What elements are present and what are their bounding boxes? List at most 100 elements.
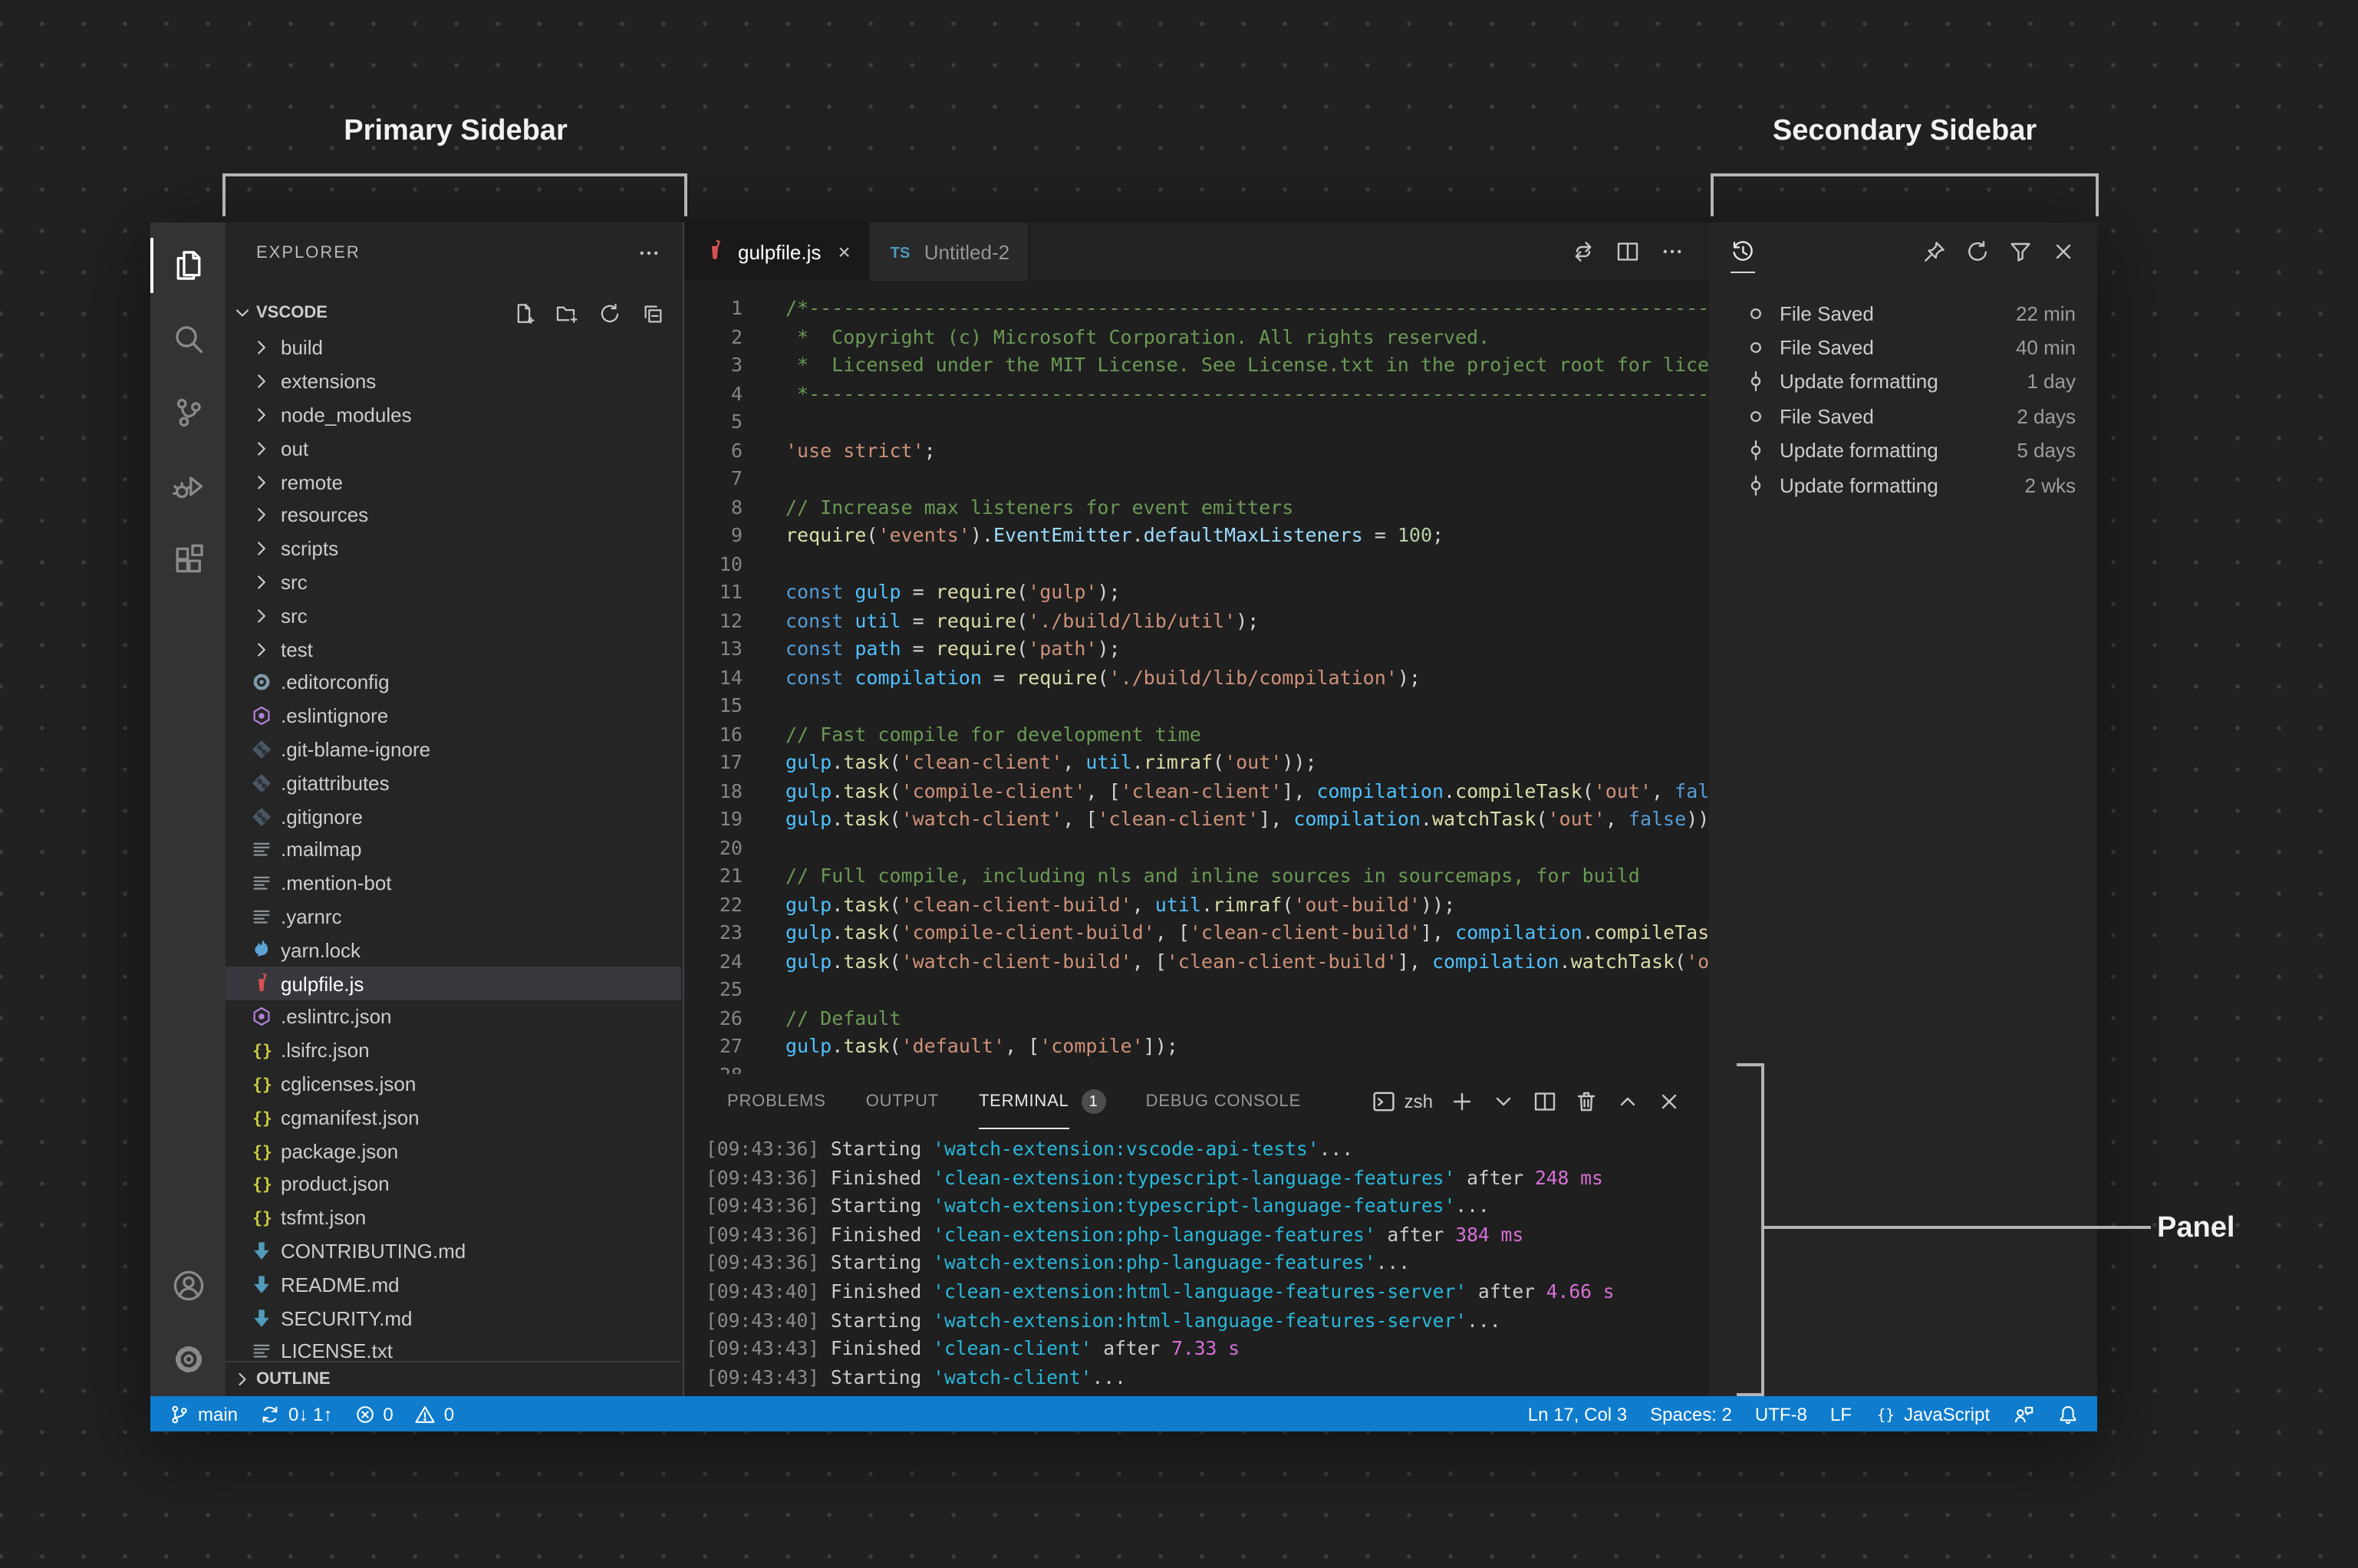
activity-bar-item-files[interactable]	[150, 229, 226, 302]
tree-file-tsfmt.json[interactable]: {}tsfmt.json	[226, 1201, 681, 1234]
timeline-item[interactable]: Update formatting1 day	[1709, 365, 2097, 400]
terminal-output[interactable]: [09:43:36] Starting 'watch-extension:vsc…	[706, 1129, 1706, 1396]
timeline-item[interactable]: File Saved2 days	[1709, 399, 2097, 433]
shell-selector[interactable]: zsh	[1372, 1089, 1433, 1114]
status-item-cursor-position[interactable]: Ln 17, Col 3	[1528, 1403, 1627, 1425]
split-editor-icon[interactable]	[1533, 1089, 1557, 1114]
tree-file-.yarnrc[interactable]: .yarnrc	[226, 900, 681, 934]
panel-tab-debug-console[interactable]: DEBUG CONSOLE	[1146, 1074, 1301, 1129]
tree-file-.mention-bot[interactable]: .mention-bot	[226, 867, 681, 901]
timeline-item[interactable]: Update formatting5 days	[1709, 433, 2097, 468]
activity-bar-item-run-debug[interactable]	[150, 450, 226, 523]
tree-file-gulpfile.js[interactable]: gulpfile.js	[226, 967, 681, 1000]
panel-tab-problems[interactable]: PROBLEMS	[727, 1074, 826, 1129]
close-tab-icon[interactable]: ×	[838, 239, 850, 264]
code-line: gulp.task('compile-client', ['clean-clie…	[785, 777, 1709, 805]
tree-folder-extensions[interactable]: extensions	[226, 365, 681, 399]
tree-file-CONTRIBUTING.md[interactable]: CONTRIBUTING.md	[226, 1234, 681, 1268]
tree-folder-remote[interactable]: remote	[226, 465, 681, 499]
filter-icon[interactable]	[2008, 239, 2033, 264]
tree-file-package.json[interactable]: {}package.json	[226, 1134, 681, 1168]
timeline-item[interactable]: File Saved40 min	[1709, 331, 2097, 365]
tree-item-label: tsfmt.json	[281, 1206, 366, 1229]
split-editor-icon[interactable]	[1615, 239, 1640, 264]
pin-icon[interactable]	[1922, 239, 1947, 264]
editor-tab-Untitled-2[interactable]: TSUntitled-2	[871, 222, 1029, 281]
tree-folder-node_modules[interactable]: node_modules	[226, 398, 681, 432]
bell-icon	[2057, 1403, 2079, 1425]
tree-folder-resources[interactable]: resources	[226, 499, 681, 532]
refresh-icon[interactable]	[598, 301, 621, 324]
tree-folder-out[interactable]: out	[226, 432, 681, 466]
panel-tab-output[interactable]: OUTPUT	[866, 1074, 939, 1129]
status-item-language-mode[interactable]: {}JavaScript	[1875, 1403, 1990, 1425]
status-item-branch-indicator[interactable]: main	[169, 1403, 238, 1425]
panel-tab-terminal[interactable]: TERMINAL1	[979, 1074, 1106, 1129]
workspace-section-header[interactable]: VSCODE	[226, 296, 683, 330]
activity-bar-item-account[interactable]	[150, 1249, 226, 1323]
terminal-line: [09:43:36] Finished 'clean-extension:php…	[706, 1221, 1706, 1250]
tree-folder-src[interactable]: src	[226, 599, 681, 633]
status-item-sync-indicator[interactable]: 0↓ 1↑	[259, 1403, 332, 1425]
more-actions-icon[interactable]	[637, 241, 661, 265]
ts-icon: TS	[889, 239, 914, 264]
status-item-warnings-indicator[interactable]: 0	[415, 1403, 454, 1425]
tree-folder-src[interactable]: src	[226, 565, 681, 599]
tree-file-.lsifrc.json[interactable]: {}.lsifrc.json	[226, 1033, 681, 1067]
activity-bar-item-search[interactable]	[150, 302, 226, 376]
md-icon	[249, 1240, 273, 1263]
yarn-icon	[249, 938, 273, 961]
tree-file-cgmanifest.json[interactable]: {}cgmanifest.json	[226, 1101, 681, 1135]
timeline-item-label: File Saved	[1780, 405, 1874, 428]
editor-tab-gulpfile.js[interactable]: gulpfile.js×	[684, 222, 871, 281]
tree-folder-scripts[interactable]: scripts	[226, 532, 681, 566]
line-number: 27	[684, 1033, 743, 1061]
tree-file-yarn.lock[interactable]: yarn.lock	[226, 934, 681, 967]
timeline-item[interactable]: File Saved22 min	[1709, 296, 2097, 331]
activity-bar-item-source-control[interactable]	[150, 376, 226, 450]
chevron-down-icon[interactable]	[1491, 1089, 1516, 1114]
tree-file-.eslintignore[interactable]: .eslintignore	[226, 700, 681, 733]
close-icon[interactable]	[1657, 1089, 1681, 1114]
tree-file-.gitattributes[interactable]: .gitattributes	[226, 766, 681, 800]
status-item-feedback[interactable]	[2013, 1403, 2034, 1425]
history-icon[interactable]	[1731, 231, 1755, 272]
plus-icon[interactable]	[1450, 1089, 1474, 1114]
tree-file-LICENSE.txt[interactable]: LICENSE.txt	[226, 1335, 681, 1362]
tree-file-.gitignore[interactable]: .gitignore	[226, 799, 681, 833]
tree-folder-build[interactable]: build	[226, 331, 681, 365]
tree-file-product.json[interactable]: {}product.json	[226, 1168, 681, 1201]
tree-folder-test[interactable]: test	[226, 632, 681, 666]
tree-file-.editorconfig[interactable]: .editorconfig	[226, 666, 681, 700]
code-line: // Fast compile for development time	[785, 720, 1709, 749]
tree-file-.eslintrc.json[interactable]: .eslintrc.json	[226, 1000, 681, 1034]
timeline-item[interactable]: Update formatting2 wks	[1709, 468, 2097, 502]
chevron-up-icon[interactable]	[1615, 1089, 1640, 1114]
tree-file-.mailmap[interactable]: .mailmap	[226, 833, 681, 867]
close-icon[interactable]	[2051, 239, 2076, 264]
terminal-line: [09:43:43] Starting 'watch-client'...	[706, 1364, 1706, 1392]
tree-file-cglicenses.json[interactable]: {}cglicenses.json	[226, 1067, 681, 1101]
status-item-eol[interactable]: LF	[1830, 1403, 1852, 1425]
sync-indicator-text: 0↓ 1↑	[288, 1403, 332, 1425]
status-item-notifications[interactable]	[2057, 1403, 2079, 1425]
new-file-icon[interactable]	[512, 301, 535, 324]
code-editor[interactable]: 1234567891011121314151617181920212223242…	[684, 281, 1709, 1074]
status-item-errors-indicator[interactable]: 0	[354, 1403, 393, 1425]
new-folder-icon[interactable]	[555, 301, 578, 324]
activity-bar-item-extensions[interactable]	[150, 523, 226, 597]
language-mode-text: JavaScript	[1904, 1403, 1990, 1425]
open-changes-icon[interactable]	[1571, 239, 1596, 264]
status-item-indentation[interactable]: Spaces: 2	[1650, 1403, 1732, 1425]
tree-file-.git-blame-ignore[interactable]: .git-blame-ignore	[226, 733, 681, 766]
tree-file-SECURITY.md[interactable]: SECURITY.md	[226, 1301, 681, 1335]
more-icon[interactable]	[1660, 239, 1685, 264]
refresh-icon[interactable]	[1965, 239, 1990, 264]
status-item-encoding[interactable]: UTF-8	[1755, 1403, 1807, 1425]
collapse-all-icon[interactable]	[641, 301, 664, 324]
outline-section-header[interactable]: OUTLINE	[226, 1361, 681, 1396]
activity-bar-item-settings-gear[interactable]	[150, 1323, 226, 1396]
tree-file-README.md[interactable]: README.md	[226, 1268, 681, 1302]
trash-icon[interactable]	[1574, 1089, 1599, 1114]
terminal-count-badge: 1	[1082, 1089, 1106, 1114]
